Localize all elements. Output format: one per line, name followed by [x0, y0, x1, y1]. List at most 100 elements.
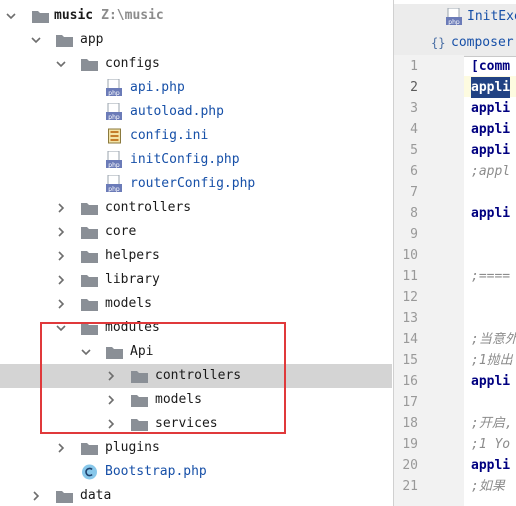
chevron-right-icon[interactable] — [56, 251, 66, 261]
code-line[interactable]: ;1 Yo — [471, 434, 510, 455]
code-line[interactable]: ;==== — [471, 266, 510, 287]
tree-row-api-models[interactable]: models — [0, 388, 392, 412]
svg-text:php: php — [448, 19, 460, 26]
line-number: 7 — [410, 185, 418, 200]
editor-tab[interactable]: php InitExe — [394, 4, 516, 31]
folder-icon — [81, 227, 98, 239]
tree-item-label: models — [105, 296, 152, 311]
tree-item-label: services — [155, 416, 218, 431]
editor-tab[interactable]: {} composer — [394, 30, 516, 57]
chevron-right-icon[interactable] — [106, 371, 116, 381]
tree-row-api-services[interactable]: services — [0, 412, 392, 436]
line-number-gutter: 1 2 3 4 5 6 7 8 9 10 11 12 13 14 15 16 1… — [394, 55, 464, 506]
editor-tab-label: InitExe — [467, 9, 516, 24]
json-file-icon: {} — [431, 36, 446, 50]
line-number: 18 — [402, 416, 418, 431]
tree-item-label: plugins — [105, 440, 160, 455]
tree-item-label: core — [105, 224, 137, 239]
tree-item-label: helpers — [105, 248, 160, 263]
tree-row-api[interactable]: Api — [0, 340, 392, 364]
tree-row-controllers[interactable]: controllers — [0, 196, 392, 220]
tree-row-data[interactable]: data — [0, 484, 392, 506]
code-line[interactable]: appli — [471, 77, 511, 98]
tree-row-helpers[interactable]: helpers — [0, 244, 392, 268]
line-number: 10 — [402, 248, 418, 263]
editor-tab-label: composer — [451, 35, 514, 50]
folder-icon — [81, 323, 98, 335]
line-number: 15 — [402, 353, 418, 368]
tree-row-api-controllers[interactable]: controllers — [0, 364, 392, 388]
tree-row-file[interactable]: php api.php — [0, 76, 392, 100]
chevron-right-icon[interactable] — [56, 275, 66, 285]
tree-item-label: routerConfig.php — [130, 176, 256, 191]
chevron-right-icon[interactable] — [106, 395, 116, 405]
code-line[interactable]: ;如果 — [471, 476, 505, 497]
chevron-right-icon[interactable] — [56, 203, 66, 213]
tree-item-label: library — [105, 272, 160, 287]
tree-item-label: controllers — [155, 368, 242, 383]
tree-item-label: controllers — [105, 200, 192, 215]
chevron-right-icon[interactable] — [31, 491, 41, 501]
php-file-icon: php — [106, 175, 122, 193]
tree-row-file[interactable]: php routerConfig.php — [0, 172, 392, 196]
tree-item-label: config.ini — [130, 128, 209, 143]
tree-row-app[interactable]: app — [0, 28, 392, 52]
code-line[interactable]: appli — [471, 140, 510, 161]
code-line[interactable]: ;1抛出 — [471, 350, 513, 371]
project-tree[interactable]: music Z:\music app configs php api.php ph… — [0, 0, 392, 506]
line-number: 3 — [410, 101, 418, 116]
ini-file-icon — [108, 128, 121, 144]
php-file-icon: php — [106, 151, 122, 169]
tree-item-label: autoload.php — [130, 104, 224, 119]
line-number: 17 — [402, 395, 418, 410]
chevron-down-icon[interactable] — [56, 59, 66, 69]
chevron-down-icon[interactable] — [81, 347, 91, 357]
tree-row-library[interactable]: library — [0, 268, 392, 292]
svg-text:php: php — [108, 114, 120, 121]
tree-item-label: configs — [105, 56, 160, 71]
chevron-right-icon[interactable] — [56, 443, 66, 453]
code-line[interactable]: ;appl — [471, 161, 510, 182]
folder-icon — [56, 491, 73, 503]
class-icon — [82, 464, 97, 480]
tree-row-file[interactable]: php initConfig.php — [0, 148, 392, 172]
line-number: 13 — [402, 311, 418, 326]
tree-row-root[interactable]: music Z:\music — [0, 4, 392, 28]
chevron-right-icon[interactable] — [56, 299, 66, 309]
tree-row-core[interactable]: core — [0, 220, 392, 244]
tree-root-label: music Z:\music — [54, 8, 164, 23]
tree-row-plugins[interactable]: plugins — [0, 436, 392, 460]
line-number: 16 — [402, 374, 418, 389]
code-line[interactable]: appli — [471, 371, 510, 392]
line-number: 2 — [410, 80, 418, 95]
chevron-down-icon[interactable] — [6, 11, 16, 21]
folder-icon — [81, 203, 98, 215]
chevron-down-icon[interactable] — [31, 35, 41, 45]
code-line[interactable]: appli — [471, 203, 510, 224]
tree-row-file[interactable]: Bootstrap.php — [0, 460, 392, 484]
code-line[interactable]: ;开启, — [471, 413, 513, 434]
folder-icon — [81, 299, 98, 311]
tree-row-modules[interactable]: modules — [0, 316, 392, 340]
chevron-down-icon[interactable] — [56, 323, 66, 333]
tree-item-label: Bootstrap.php — [105, 464, 207, 479]
code-line[interactable]: appli — [471, 455, 510, 476]
chevron-right-icon[interactable] — [56, 227, 66, 237]
line-number: 9 — [410, 227, 418, 242]
code-line[interactable]: appli — [471, 98, 510, 119]
line-number: 20 — [402, 458, 418, 473]
chevron-right-icon[interactable] — [106, 419, 116, 429]
code-editor[interactable]: php InitExe {} composer 1 2 3 4 5 6 7 8 … — [393, 0, 516, 506]
tree-row-file[interactable]: php autoload.php — [0, 100, 392, 124]
code-line[interactable]: [comm — [471, 56, 510, 77]
tree-row-configs[interactable]: configs — [0, 52, 392, 76]
line-number: 19 — [402, 437, 418, 452]
folder-icon — [81, 443, 98, 455]
tree-row-file[interactable]: config.ini — [0, 124, 392, 148]
code-line[interactable]: appli — [471, 119, 510, 140]
tree-item-label: Api — [130, 344, 154, 359]
code-line[interactable]: ;当意外 — [471, 329, 516, 350]
tree-row-models[interactable]: models — [0, 292, 392, 316]
line-number: 21 — [402, 479, 418, 494]
folder-icon — [131, 371, 148, 383]
